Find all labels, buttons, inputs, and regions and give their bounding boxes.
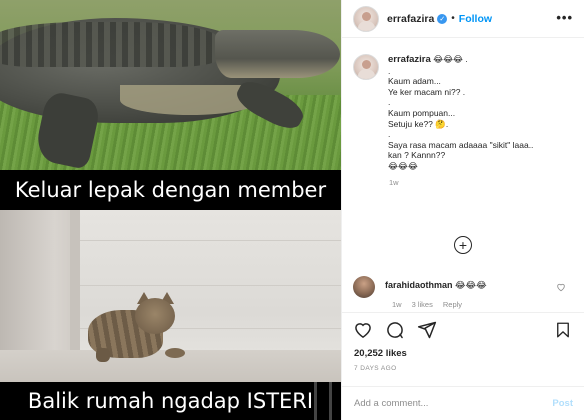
author-username[interactable]: errafazira <box>387 13 434 25</box>
post-sidebar: errafazira ✓ • Follow ••• errafazira 😂😂😂… <box>341 0 584 420</box>
chair-legs <box>314 382 332 420</box>
reply-button[interactable]: Reply <box>443 300 462 309</box>
cat-leg <box>96 348 110 362</box>
follow-button[interactable]: Follow <box>459 13 492 25</box>
caption-line: Kaum pompuan... <box>388 107 456 118</box>
caption-line: . <box>388 65 391 76</box>
caption-text: errafazira 😂😂😂 . . Kaum adam... Ye ker m… <box>388 54 533 172</box>
comment-likes[interactable]: 3 likes <box>412 300 433 309</box>
meme-bottom-caption: Balik rumah ngadap ISTERI <box>0 382 341 420</box>
post-header: errafazira ✓ • Follow ••• <box>342 0 584 38</box>
caption-line: Ye ker macam ni?? . <box>388 86 466 97</box>
comment-icon[interactable] <box>385 320 405 340</box>
caption-line: . <box>388 129 391 140</box>
cat-photo <box>0 210 341 382</box>
caption-line: Kaum adam... <box>388 76 441 87</box>
caption-line: 😂😂😂 <box>388 160 418 171</box>
comment-heart-icon[interactable] <box>556 282 566 292</box>
author-avatar[interactable] <box>353 5 379 32</box>
caption-author-avatar[interactable] <box>353 54 379 80</box>
wall-tile-line <box>80 240 341 241</box>
verified-badge-icon: ✓ <box>437 13 448 24</box>
caption-line: 😂😂😂 . <box>433 54 468 64</box>
cat-head <box>135 298 175 334</box>
post-caption-block: errafazira 😂😂😂 . . Kaum adam... Ye ker m… <box>353 54 578 187</box>
add-comment-input[interactable] <box>354 398 553 409</box>
alligator-scales <box>0 22 220 67</box>
comment-body: 😂😂😂 <box>455 280 487 290</box>
alligator-snout <box>215 30 340 78</box>
likes-count[interactable]: 20,252 likes <box>354 348 407 359</box>
separator-dot: • <box>451 13 455 24</box>
cat-paw <box>165 348 185 358</box>
wall-tile-line <box>80 285 341 286</box>
caption-line: . <box>388 97 391 108</box>
commenter-avatar[interactable] <box>353 276 375 298</box>
comment-meta: 1w 3 likes Reply <box>392 300 462 309</box>
commenter-username[interactable]: farahidaothman <box>385 280 453 290</box>
post-comment-button[interactable]: Post <box>552 398 573 409</box>
caption-line: kan ? Kannn?? <box>388 150 446 161</box>
share-icon[interactable] <box>417 320 437 340</box>
comment-text: farahidaothman 😂😂😂 <box>385 280 487 298</box>
comment-time[interactable]: 1w <box>392 300 402 309</box>
post-image[interactable]: Keluar lepak dengan member Balik rumah n… <box>0 0 341 420</box>
plus-circle-icon[interactable]: + <box>454 236 472 254</box>
more-options-icon[interactable]: ••• <box>556 10 573 25</box>
heart-icon[interactable] <box>353 320 373 340</box>
caption-username[interactable]: errafazira <box>388 54 431 65</box>
bookmark-icon[interactable] <box>554 320 572 340</box>
action-icons <box>353 319 578 341</box>
post-date[interactable]: 7 DAYS AGO <box>354 365 397 372</box>
caption-timestamp[interactable]: 1w <box>389 178 578 187</box>
caption-line: Saya rasa macam adaaaa "sikit" laaa.. <box>388 139 534 150</box>
comment-item: farahidaothman 😂😂😂 1w 3 likes Reply <box>353 276 578 309</box>
meme-top-caption: Keluar lepak dengan member <box>0 170 341 210</box>
alligator-photo <box>0 0 341 170</box>
caption-line: Setuju ke?? 🤔. <box>388 118 449 129</box>
comment-composer: Post <box>342 386 584 420</box>
